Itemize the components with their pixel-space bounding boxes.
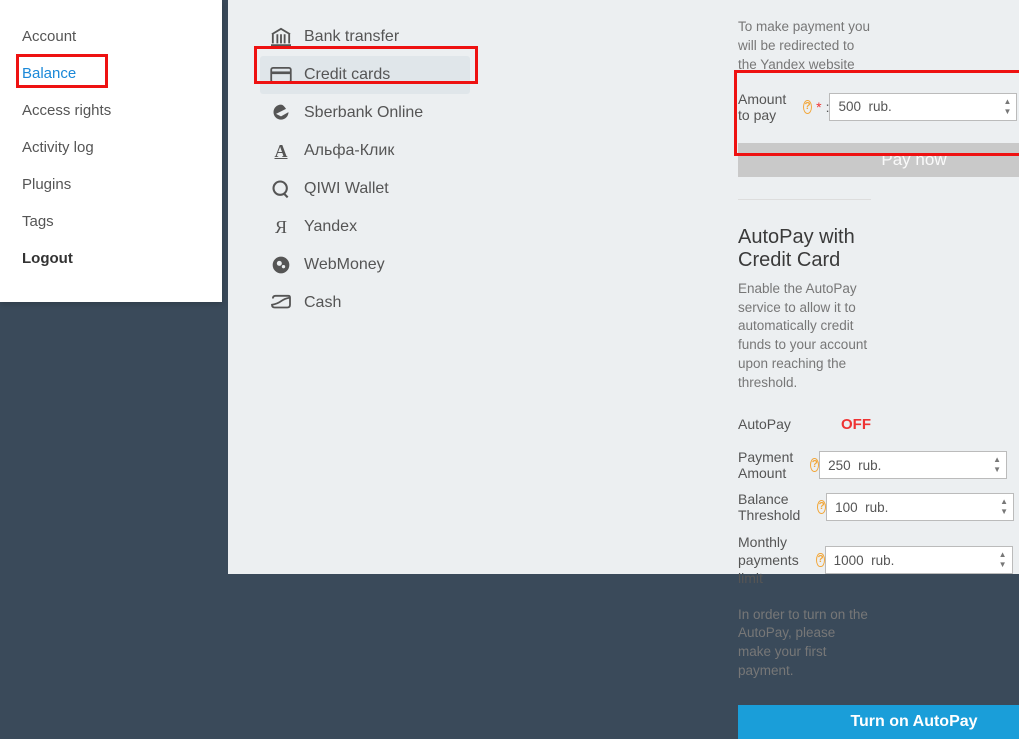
autopay-title: AutoPay with Credit Card xyxy=(738,226,871,272)
method-yandex[interactable]: Я Yandex xyxy=(260,208,470,246)
autopay-status-label: AutoPay xyxy=(738,416,841,432)
method-sberbank[interactable]: Sberbank Online xyxy=(260,94,470,132)
method-alfa[interactable]: A Альфа-Клик xyxy=(260,132,470,170)
pay-now-button[interactable]: Pay now xyxy=(738,143,1019,177)
redirect-hint: To make payment you will be redirected t… xyxy=(738,18,871,75)
payment-form-area: To make payment you will be redirected t… xyxy=(738,18,871,739)
main-area: Bank transfer Credit cards Sberbank Onli… xyxy=(228,0,1019,574)
alfa-icon: A xyxy=(268,140,294,162)
threshold-label: Balance Threshold ? xyxy=(738,491,826,523)
qiwi-icon xyxy=(268,178,294,200)
autopay-note: In order to turn on the AutoPay, please … xyxy=(738,606,871,682)
autopay-desc: Enable the AutoPay service to allow it t… xyxy=(738,280,871,393)
method-label: Yandex xyxy=(304,218,357,236)
bank-icon xyxy=(268,26,294,48)
sberbank-icon xyxy=(268,102,294,124)
left-sidebar: Account Balance Access rights Activity l… xyxy=(0,0,222,302)
help-icon[interactable]: ? xyxy=(810,458,819,472)
method-webmoney[interactable]: WebMoney xyxy=(260,246,470,284)
method-label: Sberbank Online xyxy=(304,104,423,122)
method-label: Cash xyxy=(304,294,341,312)
payment-amount-input[interactable] xyxy=(819,451,1007,479)
help-icon[interactable]: ? xyxy=(803,100,812,114)
amount-label: Amount to pay ?*: xyxy=(738,91,829,123)
spinner[interactable]: ▲▼ xyxy=(999,94,1015,120)
nav-account[interactable]: Account xyxy=(22,18,212,55)
threshold-input[interactable] xyxy=(826,493,1014,521)
turn-on-autopay-button[interactable]: Turn on AutoPay xyxy=(738,705,1019,739)
method-bank-transfer[interactable]: Bank transfer xyxy=(260,18,470,56)
method-cash[interactable]: Cash xyxy=(260,284,470,322)
cash-icon xyxy=(268,292,294,314)
webmoney-icon xyxy=(268,254,294,276)
monthly-limit-input[interactable] xyxy=(825,546,1013,574)
help-icon[interactable]: ? xyxy=(817,500,826,514)
monthly-limit-label: Monthly payments limit ? xyxy=(738,533,825,588)
method-label: QIWI Wallet xyxy=(304,180,389,198)
payment-amount-label: Payment Amount ? xyxy=(738,449,819,481)
nav-tags[interactable]: Tags xyxy=(22,203,212,240)
method-label: Credit cards xyxy=(304,66,390,84)
method-credit-cards[interactable]: Credit cards xyxy=(260,56,470,94)
card-icon xyxy=(268,64,294,86)
method-label: Альфа-Клик xyxy=(304,142,394,160)
nav-access-rights[interactable]: Access rights xyxy=(22,92,212,129)
spinner[interactable]: ▲▼ xyxy=(995,547,1011,573)
spinner[interactable]: ▲▼ xyxy=(996,494,1012,520)
spinner[interactable]: ▲▼ xyxy=(989,452,1005,478)
nav-plugins[interactable]: Plugins xyxy=(22,166,212,203)
payment-methods-list: Bank transfer Credit cards Sberbank Onli… xyxy=(260,18,470,322)
method-label: Bank transfer xyxy=(304,28,399,46)
nav-activity-log[interactable]: Activity log xyxy=(22,129,212,166)
amount-row: Amount to pay ?*: ▲▼ xyxy=(738,91,871,123)
amount-input[interactable] xyxy=(829,93,1017,121)
method-qiwi[interactable]: QIWI Wallet xyxy=(260,170,470,208)
nav-balance[interactable]: Balance xyxy=(22,55,212,92)
yandex-icon: Я xyxy=(268,216,294,238)
method-label: WebMoney xyxy=(304,256,385,274)
autopay-status-value: OFF xyxy=(841,416,871,433)
nav-logout[interactable]: Logout xyxy=(22,240,212,277)
help-icon[interactable]: ? xyxy=(816,553,824,567)
separator xyxy=(738,199,871,200)
